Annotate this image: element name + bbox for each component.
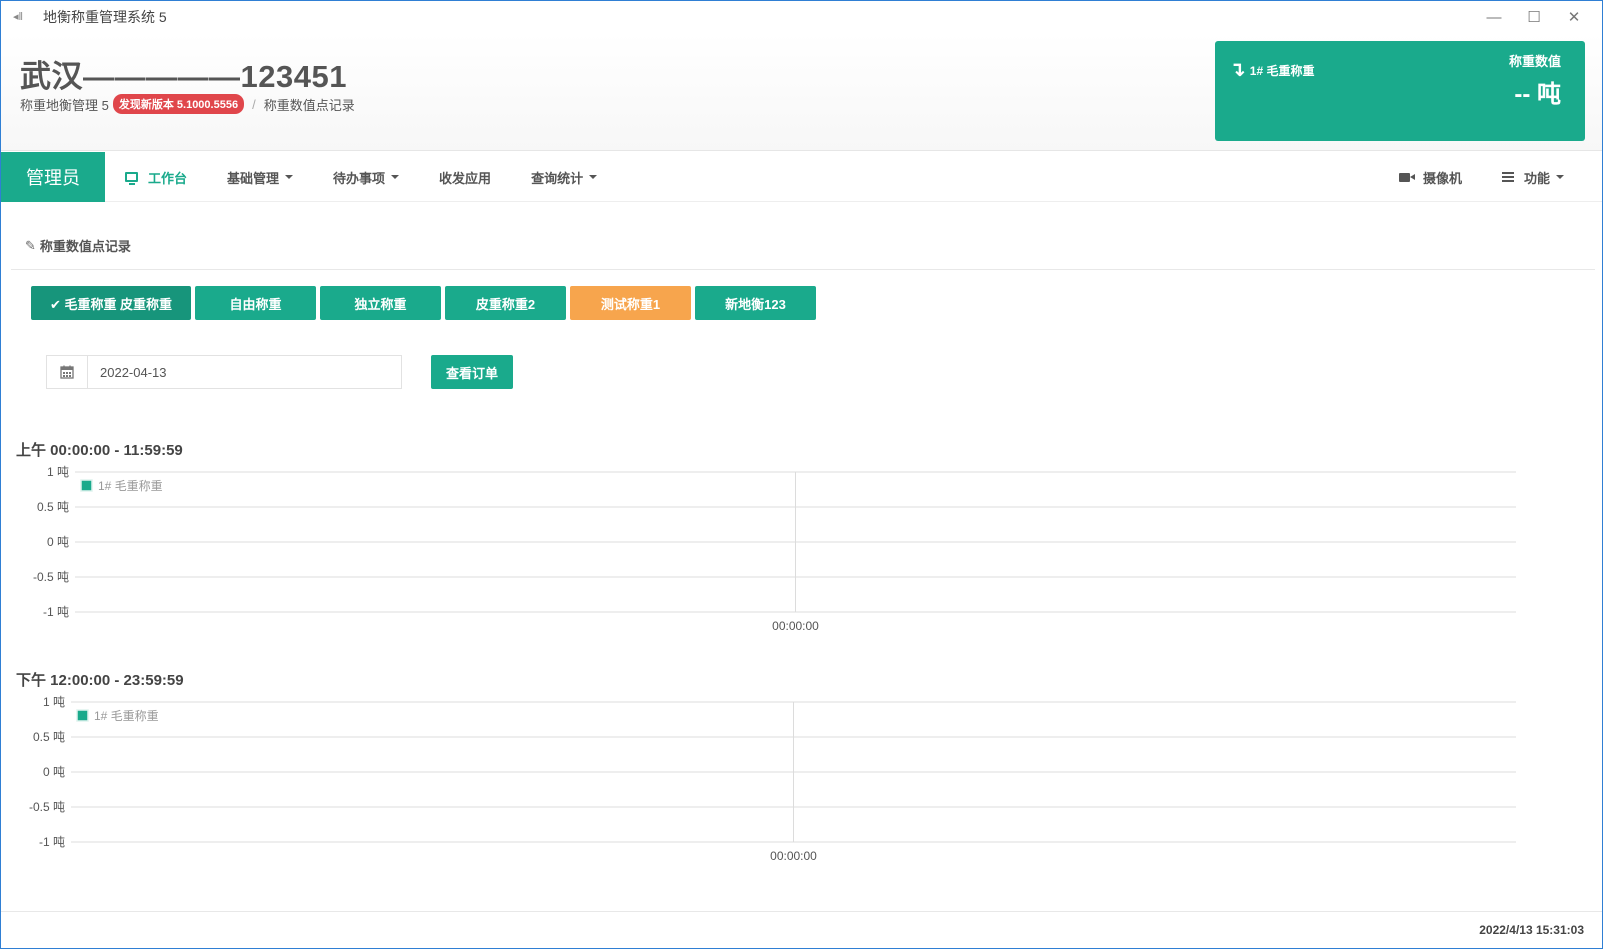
window-controls: — ☐ ✕ bbox=[1474, 1, 1594, 33]
caret-down-icon bbox=[285, 175, 294, 179]
edit-icon: ✎ bbox=[25, 237, 36, 253]
scale-button-free[interactable]: 自由称重 bbox=[195, 286, 316, 320]
chart-am-y-tick-label: 0 吨 bbox=[47, 535, 69, 549]
minimize-button[interactable]: — bbox=[1474, 9, 1514, 26]
chart-pm-y-tick-label: -1 吨 bbox=[39, 835, 65, 849]
chart-pm-title: 下午 12:00:00 - 23:59:59 bbox=[16, 672, 184, 689]
camera-button[interactable]: 摄像机 bbox=[1379, 168, 1482, 187]
title-bar[interactable]: ◂‖ 地衡称重管理系统 5 — ☐ ✕ bbox=[1, 1, 1602, 33]
caret-down-icon bbox=[391, 175, 400, 179]
user-role[interactable]: 管理员 bbox=[1, 152, 105, 202]
view-orders-button[interactable]: 查看订单 bbox=[431, 355, 513, 389]
chart-pm-y-tick-label: -0.5 吨 bbox=[29, 800, 65, 814]
chart-am-y-tick-label: 1 吨 bbox=[47, 465, 69, 479]
breadcrumb: 称重地衡管理 5 发现新版本 5.1000.5556 / 称重数值点记录 bbox=[20, 94, 355, 114]
chart-am-legend-swatch bbox=[80, 479, 93, 492]
down-arrow-icon: ↴ bbox=[1229, 59, 1246, 81]
chart-pm-y-tick-label: 0.5 吨 bbox=[33, 730, 65, 744]
weigh-station-label: 1# 毛重称重 bbox=[1249, 63, 1315, 78]
nav-item-shipping[interactable]: 收发应用 bbox=[419, 168, 511, 187]
maximize-button[interactable]: ☐ bbox=[1514, 8, 1554, 26]
date-input[interactable] bbox=[88, 356, 401, 388]
page-header: 武汉—————123451 称重地衡管理 5 发现新版本 5.1000.5556… bbox=[1, 33, 1602, 151]
breadcrumb-separator: / bbox=[252, 96, 256, 112]
breadcrumb-page: 称重数值点记录 bbox=[263, 97, 355, 113]
close-button[interactable]: ✕ bbox=[1554, 8, 1594, 26]
nav-right: 摄像机 功能 bbox=[1379, 152, 1584, 202]
company-name: 武汉—————123451 bbox=[20, 59, 347, 94]
chart-am-x-tick-label: 00:00:00 bbox=[772, 619, 819, 633]
breadcrumb-app[interactable]: 称重地衡管理 5 bbox=[20, 95, 109, 114]
nav-item-label: 工作台 bbox=[148, 170, 188, 186]
scale-button-tare2[interactable]: 皮重称重2 bbox=[445, 286, 566, 320]
scale-button-gross-tare[interactable]: ✔ 毛重称重 皮重称重 bbox=[31, 286, 191, 320]
status-clock: 2022/4/13 15:31:03 bbox=[1479, 923, 1584, 937]
video-camera-icon bbox=[1398, 172, 1415, 182]
chart-am-legend-label: 1# 毛重称重 bbox=[98, 479, 163, 493]
chart-pm-legend-label: 1# 毛重称重 bbox=[94, 709, 159, 723]
monitor-icon bbox=[125, 172, 138, 185]
scale-button-independent[interactable]: 独立称重 bbox=[320, 286, 441, 320]
chart-pm-y-tick-label: 0 吨 bbox=[43, 765, 65, 779]
weight-value: -- 吨 bbox=[1514, 81, 1561, 108]
nav-item-label: 基础管理 bbox=[227, 170, 280, 186]
page-title-text: 称重数值点记录 bbox=[39, 239, 131, 254]
functions-menu[interactable]: 功能 bbox=[1482, 168, 1584, 187]
chart-pm-legend-swatch bbox=[76, 709, 89, 722]
weight-label: 称重数值 bbox=[1508, 54, 1561, 69]
nav-menu: 工作台 基础管理 待办事项 收发应用 查询统计 bbox=[105, 152, 617, 202]
nav-item-todo[interactable]: 待办事项 bbox=[313, 168, 419, 187]
nav-item-workbench[interactable]: 工作台 bbox=[105, 168, 207, 187]
chart-am-y-tick-label: 0.5 吨 bbox=[37, 500, 69, 514]
sidebar-toggle-icon[interactable]: ◂‖ bbox=[13, 9, 31, 25]
caret-down-icon bbox=[1556, 175, 1564, 179]
scale-button-new123[interactable]: 新地衡123 bbox=[695, 286, 816, 320]
functions-label: 功能 bbox=[1523, 170, 1550, 186]
chart-am-y-tick-label: -0.5 吨 bbox=[33, 570, 69, 584]
menu-icon bbox=[1501, 172, 1514, 182]
app-window: ◂‖ 地衡称重管理系统 5 — ☐ ✕ 武汉—————123451 称重地衡管理… bbox=[0, 0, 1603, 949]
chart-am-svg: 1 吨 0.5 吨 0 吨 -0.5 吨 -1 吨 00:00:00 1# 毛重称重 bbox=[33, 465, 1516, 633]
chart-pm-y-tick-label: 1 吨 bbox=[43, 695, 65, 709]
chart-pm-svg: 1 吨 0.5 吨 0 吨 -0.5 吨 -1 吨 00:00:00 1# 毛重称重 bbox=[29, 695, 1516, 863]
nav-item-label: 收发应用 bbox=[439, 170, 492, 186]
scale-button-test1[interactable]: 测试称重1 bbox=[570, 286, 691, 320]
page-title: ✎ 称重数值点记录 bbox=[25, 236, 131, 255]
camera-label: 摄像机 bbox=[1422, 170, 1462, 186]
main-nav: 管理员 工作台 基础管理 待办事项 收发应用 查询统计 摄像机 功能 bbox=[1, 152, 1602, 202]
nav-item-label: 待办事项 bbox=[333, 170, 386, 186]
nav-item-label: 查询统计 bbox=[531, 170, 584, 186]
chart-am-title: 上午 00:00:00 - 11:59:59 bbox=[16, 442, 183, 459]
nav-item-statistics[interactable]: 查询统计 bbox=[511, 168, 617, 187]
caret-down-icon bbox=[589, 175, 598, 179]
nav-item-basic-management[interactable]: 基础管理 bbox=[207, 168, 313, 187]
calendar-icon[interactable] bbox=[47, 356, 88, 388]
weigh-station: ↴ 1# 毛重称重 bbox=[1229, 59, 1315, 81]
new-version-badge[interactable]: 发现新版本 5.1000.5556 bbox=[112, 94, 245, 114]
footer-divider bbox=[1, 911, 1602, 912]
chart-am-y-tick-label: -1 吨 bbox=[43, 605, 69, 619]
weight-display-card: ↴ 1# 毛重称重 称重数值 -- 吨 bbox=[1215, 41, 1585, 141]
chart-am: 1 吨 0.5 吨 0 吨 -0.5 吨 -1 吨 00:00:00 1# 毛重称重 bbox=[11, 464, 1556, 636]
window-title: 地衡称重管理系统 5 bbox=[43, 9, 167, 25]
date-picker bbox=[46, 355, 402, 389]
chart-pm: 1 吨 0.5 吨 0 吨 -0.5 吨 -1 吨 00:00:00 1# 毛重称重 bbox=[11, 694, 1556, 866]
divider bbox=[11, 269, 1595, 270]
chart-pm-x-tick-label: 00:00:00 bbox=[770, 849, 817, 863]
scale-selector: ✔ 毛重称重 皮重称重 自由称重 独立称重 皮重称重2 测试称重1 新地衡123 bbox=[31, 286, 820, 320]
